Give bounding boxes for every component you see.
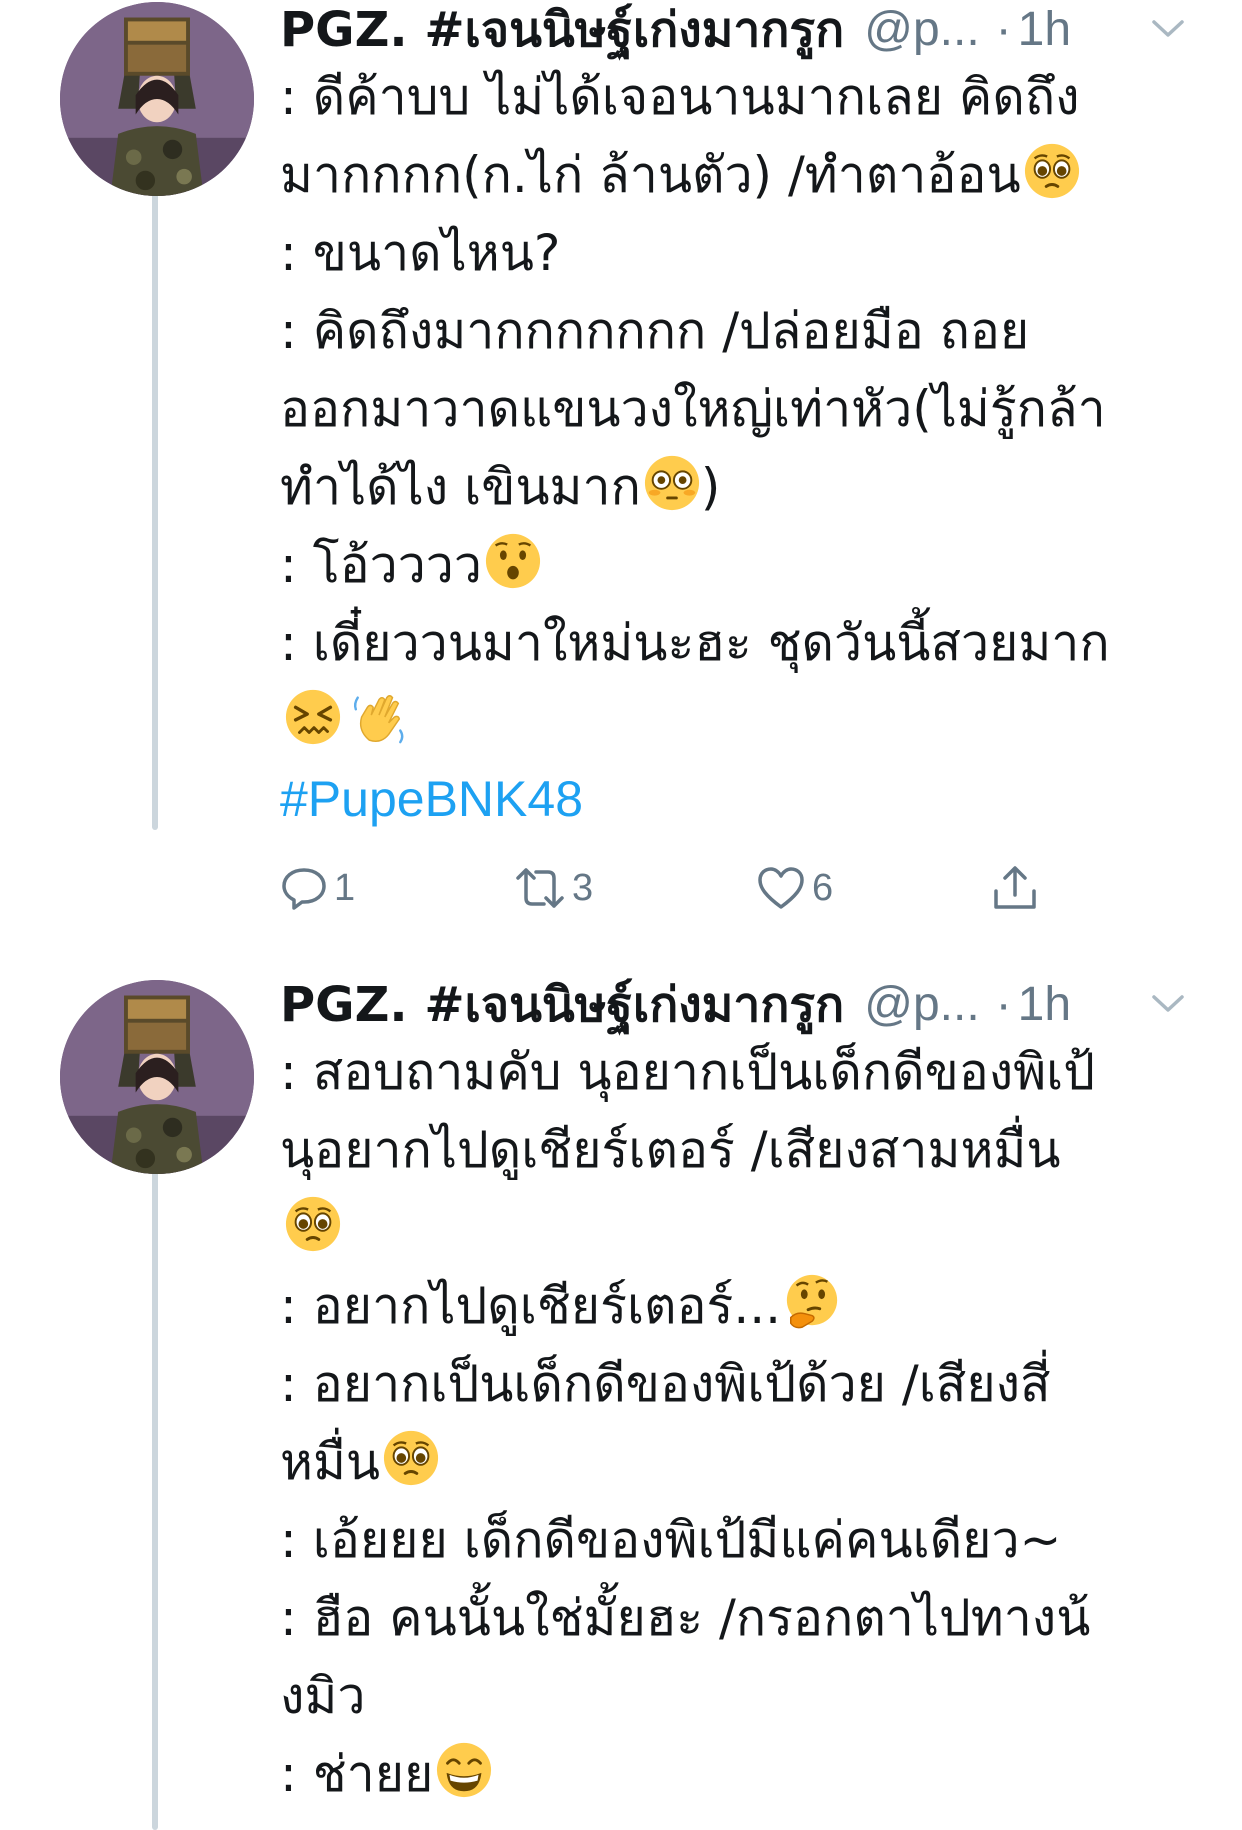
hashtag-link[interactable]: #PupeBNK48: [280, 771, 583, 827]
user-handle[interactable]: @p...: [864, 975, 979, 1035]
tweet-header: PGZ. #เจนนิษฐ์เก่งมากรูก @p... · 1h: [280, 0, 1071, 60]
tweet-actions: 1 3 6: [280, 858, 1060, 918]
tweet-line: ออกมาวาดแขนวงใหญ่เท่าหัว(ไม่รู้กล้า: [280, 380, 1106, 438]
tweet-line: : สอบถามคับ นุอยากเป็นเด็กดีของพิเป้: [280, 1043, 1095, 1101]
display-name[interactable]: PGZ. #เจนนิษฐ์เก่งมากรูก: [280, 0, 844, 60]
pleading-face-icon: [382, 1429, 440, 1487]
avatar[interactable]: [60, 2, 254, 196]
avatar[interactable]: [60, 980, 254, 1174]
separator-dot: ·: [995, 978, 1012, 1031]
hushed-face-icon: [484, 532, 542, 590]
tweet-line: : ดีค้าบบ ไม่ได้เจอนานมากเลย คิดถึง: [280, 68, 1080, 126]
share-button[interactable]: [990, 858, 1040, 918]
tweet-line: [280, 1189, 1180, 1267]
retweet-count: 3: [572, 866, 594, 909]
pleading-face-icon: [284, 1195, 342, 1253]
chevron-down-icon[interactable]: [1150, 991, 1186, 1015]
tweet-line: : ขนาดไหน?: [280, 224, 561, 282]
tweet-header: PGZ. #เจนนิษฐ์เก่งมากรูก @p... · 1h: [280, 975, 1071, 1035]
tweet-line: : โอ้วววว: [280, 526, 1180, 604]
retweet-icon: [516, 868, 564, 908]
reply-icon: [282, 868, 326, 910]
display-name[interactable]: PGZ. #เจนนิษฐ์เก่งมากรูก: [280, 975, 844, 1035]
tweet-text: : ดีค้าบบ ไม่ได้เจอนานมากเลย คิดถึง มากก…: [280, 58, 1180, 838]
tweet-line: ทำได้ไง เขินมาก): [280, 448, 1180, 526]
avatar-photo: [60, 2, 254, 196]
tweet-line: [280, 682, 1180, 760]
tweet-line: : อยากไปดูเชียร์เตอร์...: [280, 1267, 1180, 1345]
like-button[interactable]: 6: [756, 858, 833, 918]
tweet-line: มากกกก(ก.ไก่ ล้านตัว) /ทำตาอ้อน: [280, 136, 1180, 214]
pleading-face-icon: [1023, 142, 1081, 200]
timestamp[interactable]: 1h: [1018, 0, 1071, 60]
tweet-line: หมื่น: [280, 1423, 1180, 1501]
separator-dot: ·: [995, 3, 1012, 56]
tweet-line: : เอ้ยยย เด็กดีของพิเป้มีแค่คนเดียว~: [280, 1511, 1062, 1569]
avatar-photo: [60, 980, 254, 1174]
user-handle[interactable]: @p...: [864, 0, 979, 60]
thread-connector-line: [152, 180, 158, 830]
like-count: 6: [812, 866, 834, 909]
thinking-face-icon: [783, 1273, 841, 1331]
tweet-line: : ฮือ คนนั้นใช่มั้ยฮะ /กรอกตาไปทางน้: [280, 1589, 1091, 1647]
share-icon: [994, 866, 1036, 909]
like-icon: [758, 867, 804, 909]
tweet-line: : เดี๋ยววนมาใหม่นะฮะ ชุดวันนี้สวยมาก: [280, 614, 1110, 672]
reply-button[interactable]: 1: [280, 858, 355, 918]
retweet-button[interactable]: 3: [514, 858, 593, 918]
tweet-line: : ช่ายย: [280, 1735, 1180, 1813]
tweet-text: : สอบถามคับ นุอยากเป็นเด็กดีของพิเป้ นุอ…: [280, 1033, 1180, 1813]
tweet-line: #PupeBNK48: [280, 760, 1180, 838]
tweet-line: นุอยากไปดูเชียร์เตอร์ /เสียงสามหมื่น: [280, 1121, 1061, 1179]
timestamp[interactable]: 1h: [1018, 975, 1071, 1035]
waving-hand-icon: [350, 688, 408, 746]
tweet-line: : คิดถึงมากกกกกกก /ปล่อยมือ ถอย: [280, 302, 1030, 360]
tweet-line: งมิว: [280, 1667, 366, 1725]
chevron-down-icon[interactable]: [1150, 16, 1186, 40]
flushed-face-icon: [643, 454, 701, 512]
reply-count: 1: [334, 866, 356, 909]
grinning-face-icon: [435, 1741, 493, 1799]
tweet-line: : อยากเป็นเด็กดีของพิเป้ด้วย /เสียงสี่: [280, 1355, 1051, 1413]
confounded-face-icon: [284, 688, 342, 746]
